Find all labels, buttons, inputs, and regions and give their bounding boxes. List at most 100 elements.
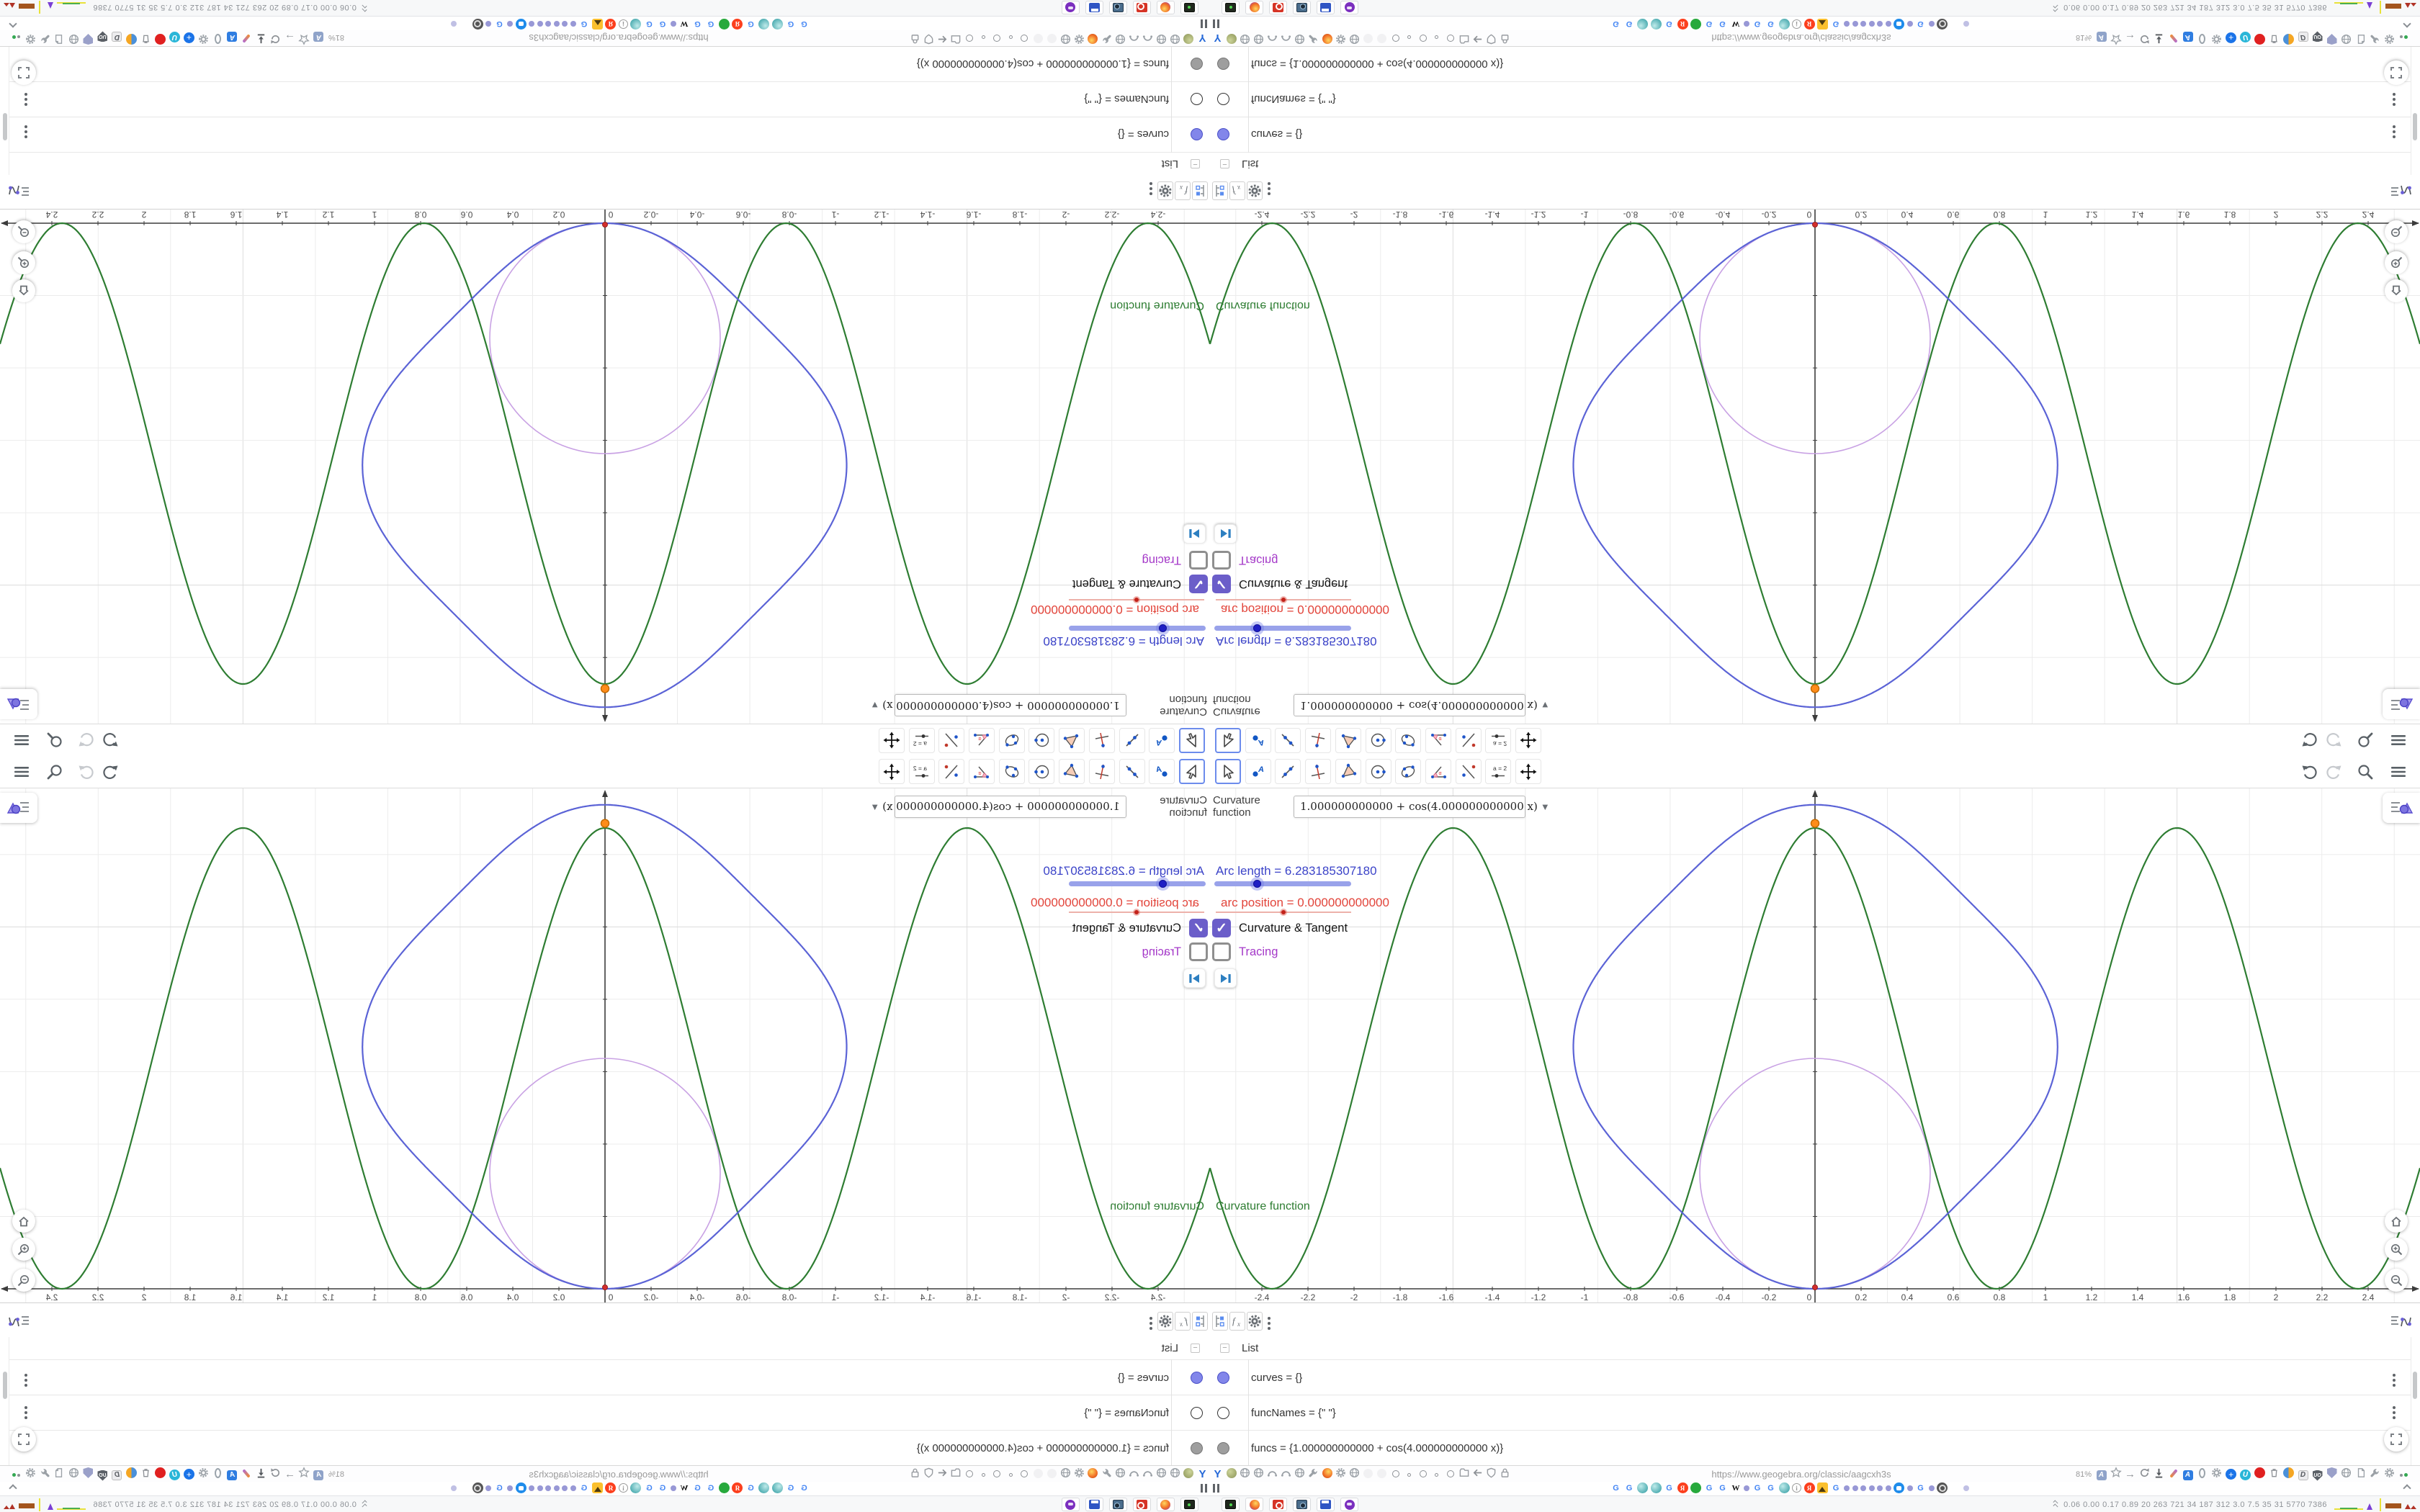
ghost-icon[interactable] (1032, 1467, 1044, 1482)
tab-favicon-teal[interactable] (772, 19, 783, 30)
tool-perpendicular-line-button[interactable] (1305, 728, 1332, 753)
arrow-icon[interactable]: → (2124, 32, 2136, 45)
tab-favicon-flake[interactable] (554, 1485, 560, 1491)
search-icon[interactable] (45, 730, 65, 750)
share-icon[interactable] (125, 30, 138, 45)
gear-icon[interactable] (2210, 1467, 2223, 1482)
globe-icon[interactable] (1059, 30, 1072, 45)
pause-icon[interactable] (1201, 19, 1207, 28)
tool-point-button[interactable]: A (1245, 728, 1271, 753)
tab-favicon-green[interactable] (1690, 19, 1701, 30)
arc-length-slider[interactable] (1069, 621, 1206, 635)
dropdown-arrow-icon[interactable]: ▼ (870, 701, 879, 711)
tab-favicon-teal[interactable] (1778, 19, 1790, 30)
reload-icon[interactable] (269, 1467, 282, 1482)
dropdown-arrow-icon[interactable]: ▼ (1541, 801, 1550, 812)
menu-icon[interactable] (12, 730, 32, 750)
ring-sm-icon[interactable] (977, 1467, 990, 1481)
tab-favicon-flake[interactable] (1885, 1485, 1891, 1491)
tab-favicon-info[interactable]: i (1792, 1483, 1801, 1493)
tab-favicon-green[interactable] (1690, 1482, 1701, 1493)
arc-position-slider-thumb[interactable] (1133, 596, 1140, 603)
shield-cyan-icon[interactable]: U (2239, 1467, 2251, 1481)
curvature-tangent-checkbox[interactable]: ✓ (1212, 919, 1231, 937)
ghost-icon[interactable] (1032, 31, 1044, 45)
chevron-up-icon[interactable] (2403, 1484, 2411, 1493)
algebra-row-funcs[interactable]: funcs = {1.000000000000 + cos(4.00000000… (1210, 1430, 2411, 1465)
tab-favicon-wiki[interactable]: W (1730, 1482, 1742, 1493)
tab-favicon-gear-dark[interactable] (1937, 1482, 1948, 1493)
tab-favicon-g[interactable]: G (1765, 19, 1776, 30)
ring-sm-icon[interactable] (1403, 1467, 1415, 1481)
globe-icon[interactable] (1155, 1467, 1168, 1482)
tab-favicon-g[interactable]: G (1915, 19, 1926, 30)
url-bar[interactable]: https://www.geogebra.org/classic/aagcxh3… (460, 30, 778, 46)
fx-icon[interactable]: fx (1229, 181, 1245, 200)
tab-favicon-g[interactable]: G (1610, 19, 1621, 30)
tab-favicon-g[interactable]: G (644, 19, 655, 30)
object-visibility-dot[interactable] (1217, 93, 1229, 106)
tool-conic-button[interactable] (998, 728, 1025, 753)
ghost-icon[interactable] (1046, 1467, 1058, 1482)
zoom-in-button[interactable] (12, 251, 35, 274)
back-icon[interactable] (936, 1467, 949, 1482)
d-square-icon[interactable]: D (2297, 31, 2309, 45)
tab-favicon-g[interactable]: G (1610, 1482, 1621, 1493)
olive-icon[interactable] (1183, 30, 1195, 45)
curvature-tangent-checkbox[interactable]: ✓ (1212, 575, 1231, 593)
tab-favicon-flake[interactable] (1868, 1485, 1875, 1491)
plot-canvas[interactable]: -2.4 -2.2 -2 -1.8 -1.6 -1.4 -1.2 -1 -0.8 -0.6 -0.4… (1210, 788, 2420, 1303)
tool-move-graphics-view-button[interactable] (1515, 759, 1541, 784)
taskbar-app-camera-app[interactable] (1109, 1, 1127, 14)
curvature-function-input[interactable]: 1.000000000000 + cos(4.000000000000 x) ▼ (1294, 694, 1550, 717)
arrow-icon[interactable]: → (284, 1468, 296, 1481)
tracing-checkbox[interactable] (1189, 551, 1208, 570)
tab-favicon-g[interactable]: G (1915, 1482, 1926, 1493)
oval-icon[interactable] (2196, 1467, 2208, 1482)
algebra-panel-icon[interactable] (1192, 1312, 1208, 1331)
object-visibility-dot[interactable] (1191, 1441, 1203, 1454)
algebra-panel-icon[interactable] (1212, 181, 1228, 200)
share-icon[interactable] (2282, 30, 2295, 45)
gear-icon[interactable] (1157, 1312, 1173, 1331)
lock-icon[interactable] (1499, 1467, 1511, 1482)
tab-favicon-photo[interactable] (592, 1482, 603, 1493)
tool-polygon-button[interactable] (1335, 728, 1361, 753)
tab-favicon-teal[interactable] (758, 1482, 770, 1493)
tab-favicon-flake[interactable] (1877, 21, 1883, 27)
arc-position-slider-thumb[interactable] (1280, 909, 1287, 916)
tool-slider-button[interactable]: a = 2 (908, 759, 935, 784)
sort-icon[interactable] (6, 1312, 32, 1331)
ghost-icon[interactable] (1376, 31, 1388, 45)
tab-favicon-flake[interactable] (1860, 21, 1866, 27)
tool-point-button[interactable]: A (1245, 759, 1271, 784)
tab-favicon-g[interactable]: G (494, 1482, 505, 1493)
object-visibility-dot[interactable] (1217, 1371, 1229, 1384)
tab-favicon-wiki[interactable]: W (678, 1482, 690, 1493)
search-icon[interactable] (2355, 762, 2375, 782)
ring-lg-icon[interactable] (1444, 1467, 1456, 1481)
tool-conic-button[interactable] (998, 759, 1025, 784)
ghost-icon[interactable] (1362, 1467, 1374, 1482)
ghost-icon[interactable] (1046, 31, 1058, 45)
globe-icon[interactable] (1294, 30, 1306, 45)
collapse-icon[interactable]: − (1191, 159, 1200, 168)
globe-icon[interactable] (1169, 30, 1181, 45)
tool-point-button[interactable]: A (1149, 759, 1175, 784)
pause-icon[interactable] (1213, 19, 1219, 28)
algebra-row-funcnames[interactable]: funcNames = {" "} (9, 82, 1210, 117)
tool-circle-center-point-button[interactable] (1028, 759, 1055, 784)
firefox-icon[interactable] (1087, 30, 1099, 45)
algebra-row-funcs[interactable]: funcs = {1.000000000000 + cos(4.00000000… (1210, 47, 2411, 82)
globe-icon[interactable] (1169, 1467, 1181, 1482)
tool-line-button[interactable] (1119, 759, 1145, 784)
trash-icon[interactable] (2268, 30, 2280, 45)
dropdown-arrow-icon[interactable]: ▼ (1541, 701, 1550, 711)
graphics-view[interactable]: -2.4 -2.2 -2 -1.8 -1.6 -1.4 -1.2 -1 -0.8 -0.6 -0.4… (1210, 209, 2420, 724)
tool-slider-button[interactable]: a = 2 (908, 728, 935, 753)
tab-favicon-g[interactable]: G (1752, 1482, 1763, 1493)
translate-blue-icon[interactable]: A (226, 1467, 238, 1481)
trash-icon[interactable] (140, 30, 152, 45)
tab-favicon-g[interactable]: G (578, 1482, 590, 1493)
graphics-view[interactable]: -2.4 -2.2 -2 -1.8 -1.6 -1.4 -1.2 -1 -0.8 -0.6 -0.4… (1210, 788, 2420, 1303)
